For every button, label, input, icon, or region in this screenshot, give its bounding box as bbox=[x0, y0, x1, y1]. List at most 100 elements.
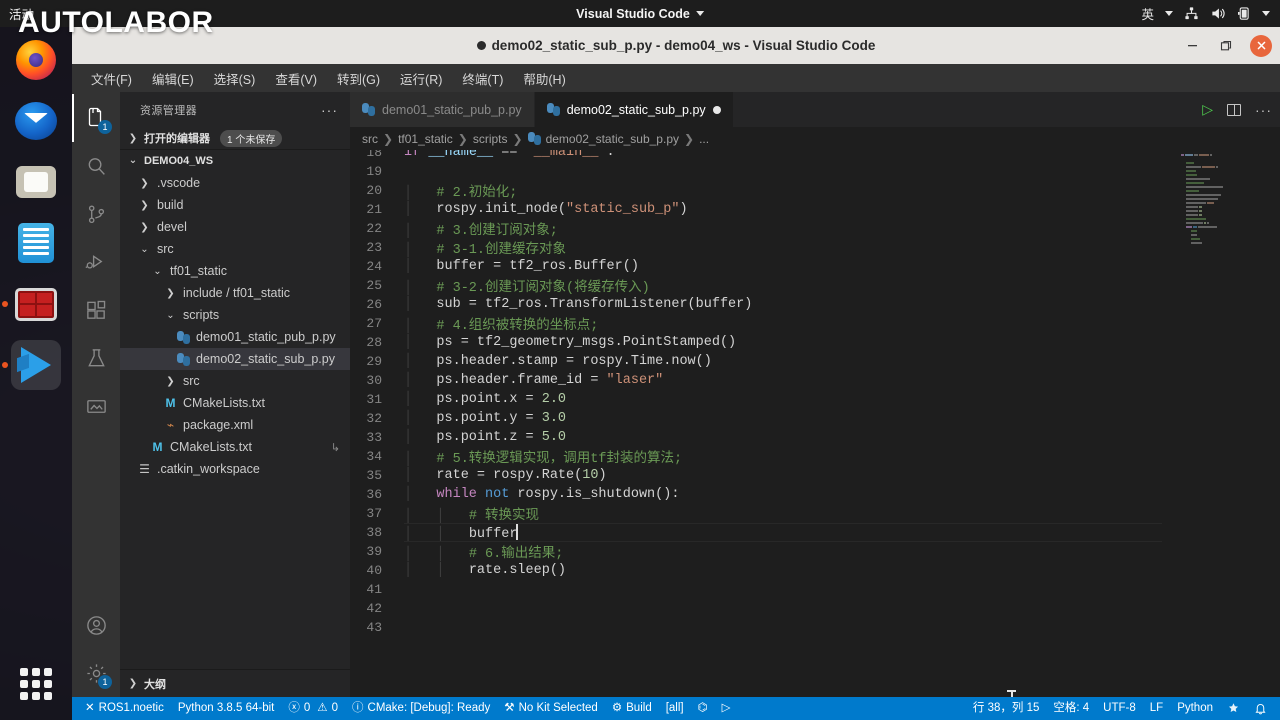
code-line[interactable]: 32 │ ps.point.y = 3.0 bbox=[350, 409, 1280, 428]
status-cmake-build[interactable]: ⚙ Build bbox=[605, 697, 659, 720]
code-line[interactable]: 30 │ ps.header.frame_id = "laser" bbox=[350, 371, 1280, 390]
breadcrumb-item-symbols[interactable]: ... bbox=[699, 132, 709, 146]
menu-view[interactable]: 查看(V) bbox=[266, 66, 326, 91]
code-line[interactable]: 34 │ # 5.转换逻辑实现，调用tf封装的算法; bbox=[350, 447, 1280, 467]
system-tray[interactable]: 英 bbox=[1141, 4, 1270, 23]
activity-explorer[interactable]: 1 bbox=[72, 94, 120, 142]
breadcrumb-item-tf01-static[interactable]: tf01_static bbox=[398, 132, 453, 146]
tree-folder-row[interactable]: ❯ include / tf01_static bbox=[120, 282, 350, 304]
status-cmake-target[interactable]: [all] bbox=[659, 697, 691, 720]
activity-source-control[interactable] bbox=[72, 190, 120, 238]
code-line[interactable]: 19 bbox=[350, 162, 1280, 181]
code-line[interactable]: 25 │ # 3-2.创建订阅对象(将缓存传入) bbox=[350, 276, 1280, 296]
minimap[interactable] bbox=[1178, 150, 1270, 290]
activities-button[interactable]: 活动 bbox=[9, 4, 34, 23]
tab-dirty-indicator-icon[interactable] bbox=[712, 105, 721, 114]
code-line[interactable]: 29 │ ps.header.stamp = rospy.Time.now() bbox=[350, 352, 1280, 371]
menu-edit[interactable]: 编辑(E) bbox=[143, 66, 203, 91]
tree-folder-row[interactable]: ⌄ tf01_static bbox=[120, 260, 350, 282]
code-line[interactable]: 20 │ # 2.初始化; bbox=[350, 181, 1280, 201]
activity-run-debug[interactable] bbox=[72, 238, 120, 286]
tree-folder-row[interactable]: ❯ build bbox=[120, 194, 350, 216]
input-method-label[interactable]: 英 bbox=[1141, 4, 1154, 23]
status-cmake-state[interactable]: ⓘ CMake: [Debug]: Ready bbox=[345, 697, 497, 720]
code-line[interactable]: 31 │ ps.point.x = 2.0 bbox=[350, 390, 1280, 409]
menu-run[interactable]: 运行(R) bbox=[391, 66, 451, 91]
status-problems[interactable]: ⓧ 0 ⚠ 0 bbox=[281, 697, 345, 720]
outline-section[interactable]: ❯ 大纲 bbox=[120, 669, 350, 697]
status-editor-indentation[interactable]: 空格: 4 bbox=[1046, 697, 1096, 720]
run-python-file-icon[interactable]: ▷ bbox=[1202, 101, 1213, 118]
tree-file-row[interactable]: M CMakeLists.txt ↳ bbox=[120, 436, 350, 458]
status-remote-ros[interactable]: ✕ ROS1.noetic bbox=[78, 697, 171, 720]
tree-file-row[interactable]: demo02_static_sub_p.py bbox=[120, 348, 350, 370]
status-editor-eol[interactable]: LF bbox=[1143, 697, 1170, 720]
status-python-interpreter[interactable]: Python 3.8.5 64-bit bbox=[171, 697, 282, 720]
code-line[interactable]: 21 │ rospy.init_node("static_sub_p") bbox=[350, 200, 1280, 219]
activity-testing[interactable] bbox=[72, 334, 120, 382]
breadcrumb-item-scripts[interactable]: scripts bbox=[473, 132, 508, 146]
code-line[interactable]: 23 │ # 3-1.创建缓存对象 bbox=[350, 238, 1280, 258]
dock-item-visual-studio-code[interactable] bbox=[2, 340, 61, 390]
dock-item-firefox[interactable] bbox=[11, 35, 61, 85]
tree-folder-row[interactable]: ❯ devel bbox=[120, 216, 350, 238]
system-menu-chevron-icon[interactable] bbox=[1262, 11, 1270, 16]
code-line[interactable]: 27 │ # 4.组织被转换的坐标点; bbox=[350, 314, 1280, 334]
dock-item-screen-recorder[interactable] bbox=[2, 279, 61, 329]
split-editor-icon[interactable] bbox=[1227, 103, 1241, 116]
ellipsis-icon[interactable]: ··· bbox=[1255, 102, 1272, 118]
status-editor-position[interactable]: 行 38，列 15 bbox=[966, 697, 1046, 720]
activity-search[interactable] bbox=[72, 142, 120, 190]
status-cmake-debug[interactable]: ⌬ bbox=[691, 697, 715, 720]
show-applications-button[interactable] bbox=[14, 662, 58, 706]
menu-selection[interactable]: 选择(S) bbox=[205, 66, 265, 91]
code-line[interactable]: 40 │ │ rate.sleep() bbox=[350, 561, 1280, 580]
close-button[interactable] bbox=[1250, 34, 1272, 57]
activity-manage-settings[interactable]: 1 bbox=[72, 649, 120, 697]
tree-file-row[interactable]: ☰ .catkin_workspace bbox=[120, 458, 350, 480]
menu-terminal[interactable]: 终端(T) bbox=[453, 66, 512, 91]
status-cmake-launch[interactable]: ▷ bbox=[715, 697, 738, 720]
breadcrumb-item-file[interactable]: demo02_static_sub_p.py bbox=[546, 132, 679, 146]
dock-item-libreoffice-writer[interactable] bbox=[11, 218, 61, 268]
tree-folder-row[interactable]: ⌄ src bbox=[120, 238, 350, 260]
code-line[interactable]: 43 bbox=[350, 618, 1280, 637]
tree-folder-row[interactable]: ⌄ scripts bbox=[120, 304, 350, 326]
tree-folder-row[interactable]: ❯ src bbox=[120, 370, 350, 392]
code-line[interactable]: 28 │ ps = tf2_geometry_msgs.PointStamped(… bbox=[350, 333, 1280, 352]
code-line[interactable]: 38 │ │ buffer bbox=[350, 523, 1280, 542]
tree-file-row[interactable]: demo01_static_pub_p.py bbox=[120, 326, 350, 348]
code-line[interactable]: 39 │ │ # 6.输出结果; bbox=[350, 542, 1280, 562]
tree-folder-row[interactable]: ❯ .vscode bbox=[120, 172, 350, 194]
minimize-button[interactable] bbox=[1182, 36, 1202, 56]
code-content[interactable]: 18 if __name__ == "__main__": 19 20 │ # 2.初始… bbox=[350, 150, 1280, 697]
code-line[interactable]: 24 │ buffer = tf2_ros.Buffer() bbox=[350, 257, 1280, 276]
code-line[interactable]: 26 │ sub = tf2_ros.TransformListener(buff… bbox=[350, 295, 1280, 314]
menu-help[interactable]: 帮助(H) bbox=[514, 66, 574, 91]
code-line[interactable]: 41 bbox=[350, 580, 1280, 599]
breadcrumb-item-src[interactable]: src bbox=[362, 132, 378, 146]
tab-demo02-static-sub[interactable]: demo02_static_sub_p.py bbox=[534, 92, 734, 127]
status-editor-encoding[interactable]: UTF-8 bbox=[1096, 697, 1143, 720]
dock-item-files[interactable] bbox=[11, 157, 61, 207]
code-line[interactable]: 18 if __name__ == "__main__": bbox=[350, 150, 1280, 162]
code-line[interactable]: 33 │ ps.point.z = 5.0 bbox=[350, 428, 1280, 447]
code-line[interactable]: 22 │ # 3.创建订阅对象; bbox=[350, 219, 1280, 239]
workspace-root-row[interactable]: ⌄ DEMO04_WS bbox=[120, 149, 350, 171]
activity-extensions[interactable] bbox=[72, 286, 120, 334]
code-line[interactable]: 35 │ rate = rospy.Rate(10) bbox=[350, 466, 1280, 485]
menu-go[interactable]: 转到(G) bbox=[328, 66, 389, 91]
open-editors-section[interactable]: ❯ 打开的编辑器 1 个未保存 bbox=[120, 127, 350, 149]
tree-file-row[interactable]: M CMakeLists.txt bbox=[120, 392, 350, 414]
code-line[interactable]: 37 │ │ # 转换实现 bbox=[350, 504, 1280, 524]
focused-app-name[interactable]: Visual Studio Code bbox=[576, 7, 704, 21]
status-cmake-kit[interactable]: ⚒ No Kit Selected bbox=[497, 697, 605, 720]
maximize-button[interactable] bbox=[1216, 36, 1236, 56]
code-editor[interactable]: 18 if __name__ == "__main__": 19 20 │ # 2.初始… bbox=[350, 150, 1280, 697]
status-notifications-bell-icon[interactable] bbox=[1247, 697, 1274, 720]
activity-image-preview[interactable] bbox=[72, 382, 120, 430]
sidebar-more-actions-button[interactable]: ··· bbox=[321, 102, 338, 118]
status-feedback-icon[interactable] bbox=[1220, 697, 1247, 720]
code-line[interactable]: 42 bbox=[350, 599, 1280, 618]
code-line[interactable]: 36 │ while not rospy.is_shutdown(): bbox=[350, 485, 1280, 504]
